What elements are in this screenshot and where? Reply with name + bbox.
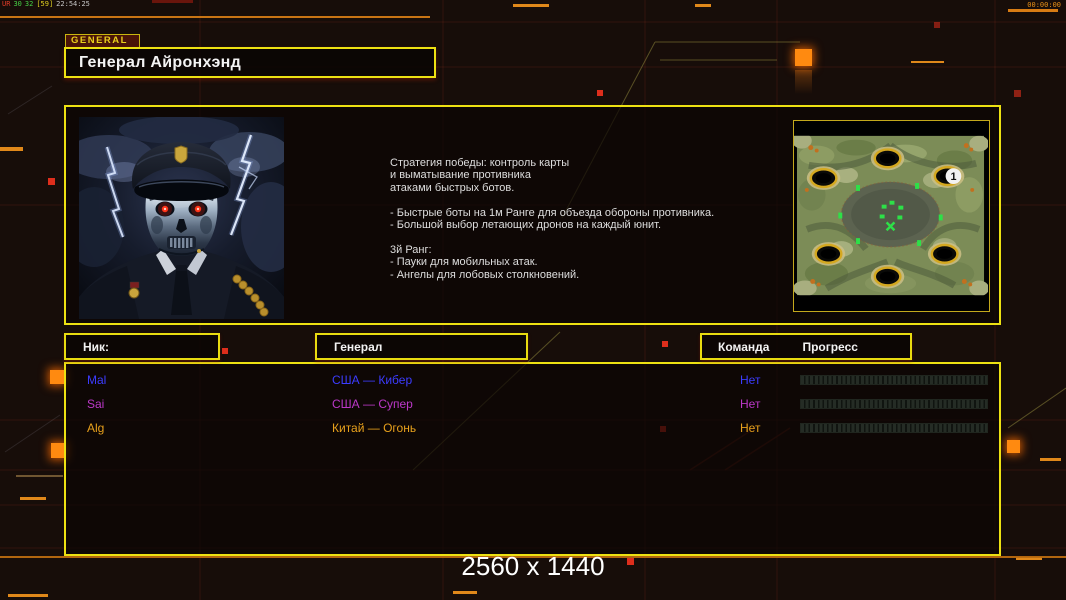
- header-team-label: Команда: [718, 339, 770, 354]
- header-general: Генерал: [315, 333, 528, 360]
- red-square: [597, 90, 603, 96]
- orange-dash: [513, 4, 549, 7]
- top-accent-line: [0, 16, 430, 18]
- red-square: [1014, 90, 1021, 97]
- player-general: США — Супер: [332, 397, 413, 411]
- glow-square: [1007, 440, 1020, 453]
- glow-square-reflection: [795, 70, 812, 94]
- orange-dash: [453, 591, 477, 594]
- player-roster-panel: Mal США — Кибер Нет Sai США — Супер Нет …: [64, 362, 1001, 556]
- player-nick: Alg: [87, 421, 105, 435]
- header-general-label: Генерал: [334, 339, 383, 354]
- player-team: Нет: [740, 373, 761, 387]
- match-timer-bar: [1008, 9, 1058, 12]
- glow-square: [50, 370, 64, 384]
- loading-screen: UR 30 32 [59] 22:54:25 00:00:00 GENERAL Гене…: [0, 0, 1066, 600]
- minimap-image: 1: [792, 121, 989, 310]
- orange-dash: [911, 61, 944, 63]
- orange-dash: [0, 147, 23, 151]
- header-progress-label: Прогресс: [802, 339, 858, 354]
- general-name-box: Генерал Айронхэнд: [64, 47, 436, 78]
- svg-text:1: 1: [951, 171, 957, 183]
- strategy-description: Стратегия победы: контроль карты и вымат…: [390, 157, 715, 281]
- minimap: 1: [792, 120, 990, 312]
- player-row: Mal США — Кибер Нет: [66, 368, 999, 392]
- load-progress-bar: [800, 423, 988, 433]
- red-square: [934, 22, 940, 28]
- player-row: Alg Китай — Огонь Нет: [66, 416, 999, 440]
- load-progress-bar: [800, 375, 988, 385]
- perf-value-a: 30: [13, 0, 22, 8]
- player-general: Китай — Огонь: [332, 421, 417, 435]
- general-portrait: [79, 117, 284, 319]
- header-nick: Ник:: [64, 333, 220, 360]
- player-row: Sai США — Супер Нет: [66, 392, 999, 416]
- perf-value-c: [59]: [36, 0, 54, 8]
- orange-dash: [8, 594, 48, 597]
- glow-square: [795, 49, 812, 66]
- performance-overlay: UR 30 32 [59] 22:54:25: [2, 1, 93, 8]
- tab-general: GENERAL: [65, 34, 140, 48]
- perf-value-b: 32: [24, 0, 34, 8]
- minimap-player-marker: 1: [945, 168, 962, 184]
- red-square: [222, 348, 228, 354]
- page-title: Генерал Айронхэнд: [79, 53, 242, 71]
- orange-dash: [695, 4, 711, 7]
- header-team-progress: Команда Прогресс: [700, 333, 912, 360]
- red-square: [48, 178, 55, 185]
- red-square: [662, 341, 668, 347]
- orange-dash: [20, 497, 46, 500]
- resolution-label: 2560 x 1440: [461, 551, 605, 581]
- player-team: Нет: [740, 397, 761, 411]
- player-general: США — Кибер: [332, 373, 413, 387]
- player-team: Нет: [740, 421, 761, 435]
- load-progress-bar: [800, 399, 988, 409]
- header-nick-label: Ник:: [83, 339, 110, 354]
- perf-clock: 22:54:25: [56, 0, 90, 8]
- player-nick: Mal: [87, 373, 107, 387]
- match-timer: 00:00:00: [1027, 1, 1061, 9]
- orange-dash: [1040, 458, 1061, 461]
- player-nick: Sai: [87, 397, 105, 411]
- perf-label: UR: [2, 0, 11, 8]
